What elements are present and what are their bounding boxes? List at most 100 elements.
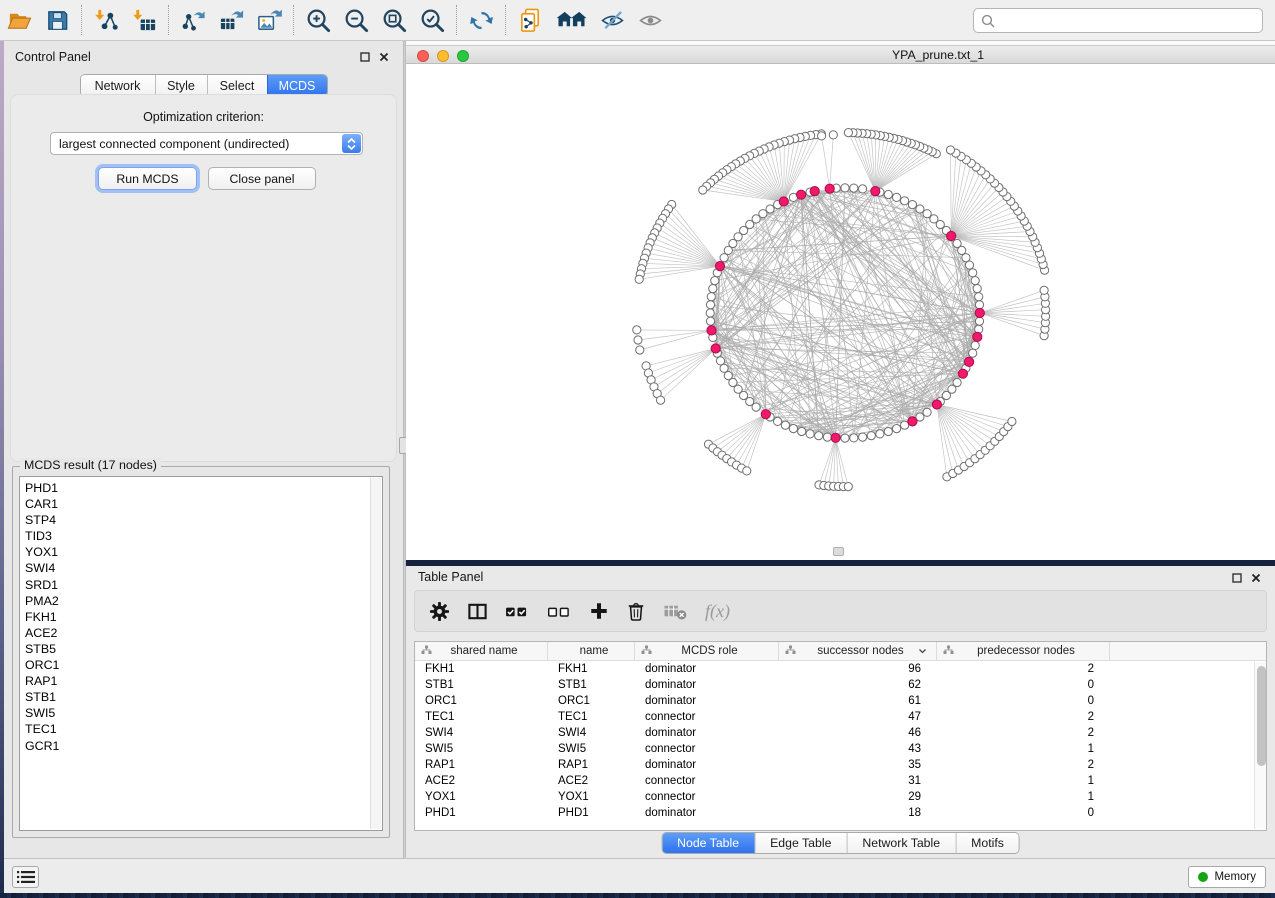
table-row[interactable]: YOX1YOX1connector291 xyxy=(415,789,1266,805)
mcds-result-item[interactable]: YOX1 xyxy=(25,544,382,560)
close-panel-button[interactable] xyxy=(1250,572,1262,584)
table-row[interactable]: FKH1FKH1dominator962 xyxy=(415,661,1266,677)
mcds-list-scrollbar[interactable] xyxy=(370,478,381,829)
mcds-result-list[interactable]: PHD1CAR1STP4TID3YOX1SWI4SRD1PMA2FKH1ACE2… xyxy=(19,476,383,831)
automation-panel-button[interactable] xyxy=(12,866,39,888)
import-network-button[interactable] xyxy=(87,3,125,37)
mcds-result-item[interactable]: CAR1 xyxy=(25,496,382,512)
table-settings-button[interactable] xyxy=(429,601,450,622)
maximize-window-traffic-light[interactable] xyxy=(457,50,469,62)
mcds-result-item[interactable]: STP4 xyxy=(25,512,382,528)
table-row[interactable]: ACE2ACE2connector311 xyxy=(415,773,1266,789)
network-overview-button[interactable] xyxy=(549,3,593,37)
select-all-button[interactable] xyxy=(505,601,530,622)
close-panel-button[interactable]: Close panel xyxy=(208,167,316,190)
zoom-fit-button[interactable] xyxy=(375,3,413,37)
tab-select[interactable]: Select xyxy=(207,75,267,96)
column-header-mcds-role[interactable]: MCDS role xyxy=(635,642,779,660)
mcds-result-item[interactable]: TEC1 xyxy=(25,721,382,737)
zoom-out-button[interactable] xyxy=(337,3,375,37)
mcds-result-item[interactable]: ACE2 xyxy=(25,625,382,641)
horizontal-splitter-handle[interactable] xyxy=(833,547,844,556)
optimization-criterion-select[interactable]: largest connected component (undirected) xyxy=(50,132,363,155)
mcds-result-item[interactable]: TID3 xyxy=(25,528,382,544)
close-panel-button[interactable] xyxy=(378,51,390,63)
search-input[interactable] xyxy=(1001,13,1255,29)
show-elements-button[interactable] xyxy=(631,3,669,37)
minimize-window-traffic-light[interactable] xyxy=(437,50,449,62)
cell-mcds-role: connector xyxy=(635,711,779,723)
refresh-layout-button[interactable] xyxy=(462,3,500,37)
float-panel-button[interactable] xyxy=(359,51,371,63)
toolbar-separator xyxy=(456,5,457,35)
mcds-result-item[interactable]: GCR1 xyxy=(25,738,382,754)
network-canvas[interactable] xyxy=(406,64,1275,560)
zoom-selected-button[interactable] xyxy=(413,3,451,37)
cell-mcds-role: dominator xyxy=(635,807,779,819)
column-header-shared-name[interactable]: shared name xyxy=(415,642,548,660)
mcds-result-item[interactable]: FKH1 xyxy=(25,609,382,625)
mcds-result-item[interactable]: SWI5 xyxy=(25,705,382,721)
run-mcds-button[interactable]: Run MCDS xyxy=(98,167,197,190)
mcds-result-item[interactable]: SWI4 xyxy=(25,560,382,576)
hide-elements-button[interactable] xyxy=(593,3,631,37)
tab-network-table[interactable]: Network Table xyxy=(846,833,955,853)
table-row[interactable]: RAP1RAP1dominator352 xyxy=(415,757,1266,773)
memory-button[interactable]: Memory xyxy=(1188,866,1266,888)
mcds-result-item[interactable]: SRD1 xyxy=(25,577,382,593)
table-row[interactable]: TEC1TEC1connector472 xyxy=(415,709,1266,725)
tab-style[interactable]: Style xyxy=(155,75,207,96)
cell-shared-name: FKH1 xyxy=(415,663,548,675)
search-field[interactable] xyxy=(973,8,1263,33)
export-table-button[interactable] xyxy=(212,3,250,37)
open-file-button[interactable] xyxy=(0,3,38,37)
table-row[interactable]: STB1STB1dominator620 xyxy=(415,677,1266,693)
mcds-result-item[interactable]: STB1 xyxy=(25,689,382,705)
clone-network-button[interactable] xyxy=(511,3,549,37)
float-panel-button[interactable] xyxy=(1231,572,1243,584)
cell-name: YOX1 xyxy=(548,791,635,803)
cell-successor-nodes: 62 xyxy=(779,679,937,691)
export-image-icon xyxy=(256,7,283,34)
network-window-titlebar[interactable]: YPA_prune.txt_1 xyxy=(406,45,1275,64)
show-column-button[interactable] xyxy=(467,601,488,622)
tab-network[interactable]: Network xyxy=(81,75,155,96)
mcds-result-item[interactable]: RAP1 xyxy=(25,673,382,689)
mcds-result-item[interactable]: ORC1 xyxy=(25,657,382,673)
tab-mcds[interactable]: MCDS xyxy=(267,75,327,96)
table-row[interactable]: SWI4SWI4dominator462 xyxy=(415,725,1266,741)
table-scrollbar[interactable] xyxy=(1254,662,1266,829)
import-table-button[interactable] xyxy=(125,3,163,37)
add-column-button[interactable] xyxy=(589,601,609,621)
export-network-icon xyxy=(180,7,207,34)
column-header-successor-nodes[interactable]: successor nodes xyxy=(779,642,937,660)
delete-column-button[interactable] xyxy=(626,601,646,621)
save-button[interactable] xyxy=(38,3,76,37)
cell-mcds-role: connector xyxy=(635,775,779,787)
table-row[interactable]: SWI5SWI5connector431 xyxy=(415,741,1266,757)
optimization-criterion-label: Optimization criterion: xyxy=(11,110,396,124)
export-image-button[interactable] xyxy=(250,3,288,37)
network-graph[interactable] xyxy=(406,64,1275,560)
tab-node-table[interactable]: Node Table xyxy=(662,833,754,853)
tab-motifs[interactable]: Motifs xyxy=(955,833,1019,853)
close-window-traffic-light[interactable] xyxy=(417,50,429,62)
cell-shared-name: STB1 xyxy=(415,679,548,691)
tab-edge-table[interactable]: Edge Table xyxy=(754,833,846,853)
close-icon xyxy=(1251,573,1261,583)
status-bar: Memory xyxy=(4,858,1275,893)
import-network-icon xyxy=(93,7,120,34)
cell-shared-name: SWI4 xyxy=(415,727,548,739)
mcds-result-item[interactable]: PHD1 xyxy=(25,480,382,496)
export-network-button[interactable] xyxy=(174,3,212,37)
mcds-result-item[interactable]: PMA2 xyxy=(25,593,382,609)
deselect-all-button[interactable] xyxy=(547,601,572,622)
table-row[interactable]: PHD1PHD1dominator180 xyxy=(415,805,1266,821)
mcds-result-item[interactable]: STB5 xyxy=(25,641,382,657)
table-row[interactable]: ORC1ORC1dominator610 xyxy=(415,693,1266,709)
zoom-in-button[interactable] xyxy=(299,3,337,37)
column-header-name[interactable]: name xyxy=(548,642,635,660)
cell-mcds-role: dominator xyxy=(635,663,779,675)
table-scrollbar-thumb[interactable] xyxy=(1257,666,1266,766)
column-header-predecessor-nodes[interactable]: predecessor nodes xyxy=(937,642,1110,660)
